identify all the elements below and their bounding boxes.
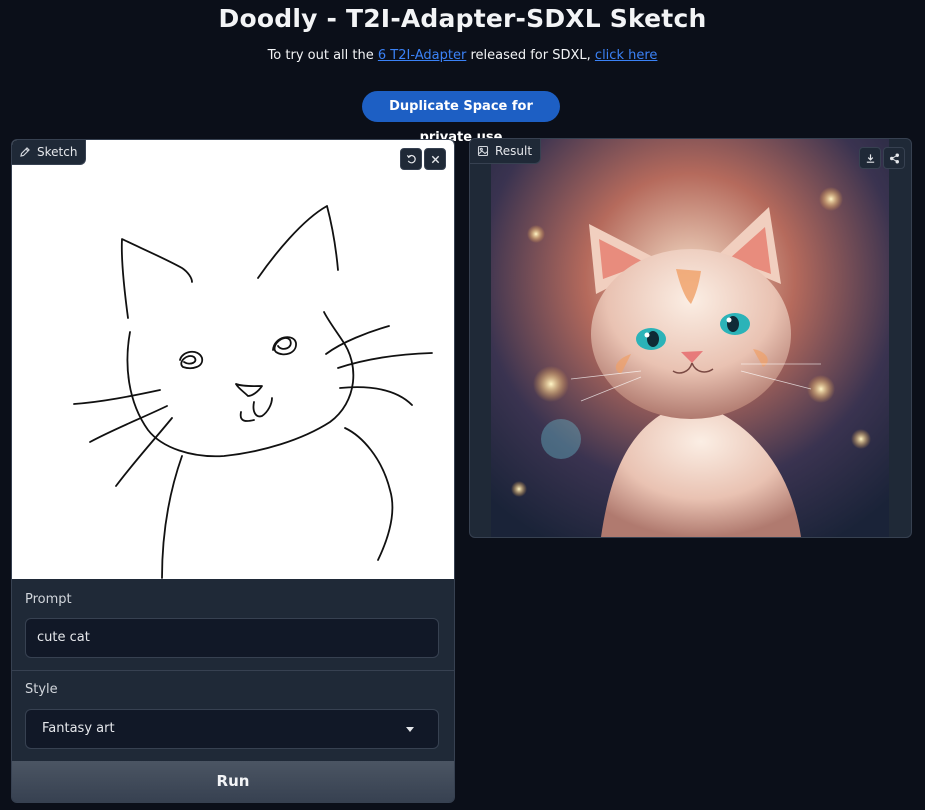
- close-icon: [431, 155, 439, 163]
- subtitle-text-middle: released for SDXL,: [466, 48, 595, 63]
- image-icon: [477, 145, 489, 157]
- style-label: Style: [25, 682, 58, 697]
- style-select-value: Fantasy art: [42, 721, 115, 736]
- share-button[interactable]: [883, 147, 905, 169]
- subtitle-text-before: To try out all the: [267, 48, 378, 63]
- share-icon: [889, 153, 899, 163]
- result-panel: Result: [469, 138, 912, 538]
- page-subtitle: To try out all the 6 T2I-Adapter release…: [0, 48, 925, 63]
- page-title: Doodly - T2I-Adapter-SDXL Sketch: [218, 4, 707, 33]
- style-block: Style Fantasy art: [12, 671, 454, 761]
- result-tag: Result: [470, 139, 542, 164]
- t2i-adapters-link[interactable]: 6 T2I-Adapter: [378, 48, 466, 63]
- prompt-block: Prompt cute cat: [12, 579, 454, 670]
- download-button[interactable]: [859, 147, 881, 169]
- prompt-input[interactable]: cute cat: [25, 618, 439, 658]
- run-button[interactable]: Run: [12, 761, 454, 802]
- sketch-tag: Sketch: [12, 140, 87, 165]
- style-select[interactable]: Fantasy art: [25, 709, 439, 749]
- undo-button[interactable]: [400, 148, 422, 170]
- duplicate-space-button[interactable]: Duplicate Space for private use: [362, 91, 560, 145]
- download-icon: [866, 153, 874, 163]
- prompt-label: Prompt: [25, 592, 72, 607]
- sketch-tag-label: Sketch: [37, 145, 78, 159]
- sketch-canvas[interactable]: Sketch: [12, 140, 454, 579]
- cat-doodle: [73, 205, 433, 579]
- undo-icon: [406, 154, 416, 163]
- clear-button[interactable]: [424, 148, 446, 170]
- result-image: [491, 139, 889, 537]
- result-tag-label: Result: [495, 144, 533, 158]
- click-here-link[interactable]: click here: [595, 48, 657, 63]
- dropdown-arrow-icon: [406, 727, 414, 732]
- sketch-input-panel: Sketch Prompt cute cat Style Fantasy art…: [11, 139, 455, 803]
- pencil-icon: [20, 147, 30, 157]
